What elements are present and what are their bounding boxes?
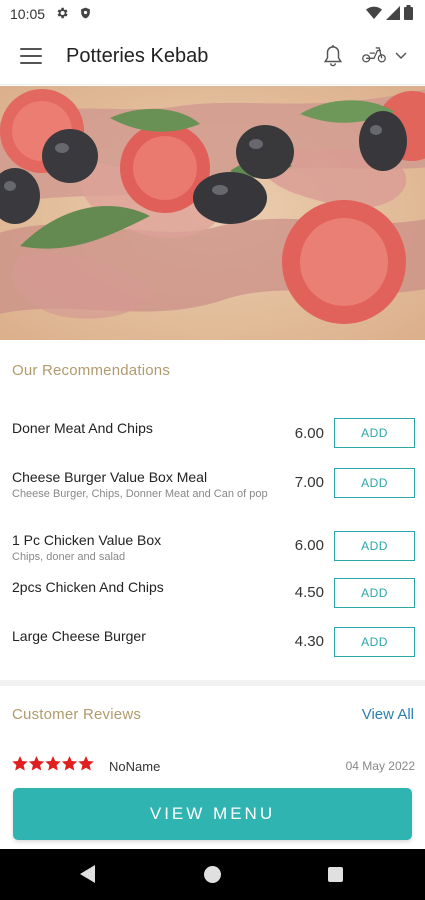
item-price: 6.00 <box>294 537 324 554</box>
item-name: Cheese Burger Value Box Meal <box>12 469 208 485</box>
add-button[interactable]: ADD <box>334 627 415 657</box>
reviews-title: Customer Reviews <box>12 706 142 723</box>
view-menu-button[interactable]: VIEW MENU <box>13 788 412 840</box>
add-button[interactable]: ADD <box>334 578 415 608</box>
item-name: Large Cheese Burger <box>12 628 146 644</box>
review-item: NoName 04 May 2022 <box>12 756 415 776</box>
menu-item: 1 Pc Chicken Value Box Chips, doner and … <box>0 530 425 566</box>
rating-stars <box>12 756 94 772</box>
pizza-image <box>0 86 425 340</box>
page-title: Potteries Kebab <box>66 44 209 67</box>
item-name: Doner Meat And Chips <box>12 420 153 436</box>
signal-icon <box>386 5 400 23</box>
star-icon <box>12 756 94 771</box>
system-nav-bar <box>0 849 425 900</box>
add-button[interactable]: ADD <box>334 418 415 448</box>
battery-icon <box>404 5 413 23</box>
recommendations-section: Our Recommendations Doner Meat And Chips… <box>0 340 425 680</box>
item-description: Cheese Burger, Chips, Donner Meat and Ca… <box>12 488 268 500</box>
wifi-icon <box>366 6 382 23</box>
item-name: 2pcs Chicken And Chips <box>12 579 164 595</box>
review-date: 04 May 2022 <box>345 759 415 773</box>
item-price: 6.00 <box>294 425 324 442</box>
item-name: 1 Pc Chicken Value Box <box>12 532 162 548</box>
item-price: 7.00 <box>294 474 324 491</box>
item-price: 4.50 <box>294 584 324 601</box>
hamburger-menu-icon[interactable] <box>18 45 44 67</box>
gear-icon <box>55 6 69 23</box>
add-button[interactable]: ADD <box>334 531 415 561</box>
bell-icon[interactable] <box>319 42 347 70</box>
status-time: 10:05 <box>10 6 46 22</box>
item-price: 4.30 <box>294 633 324 650</box>
recents-icon[interactable] <box>328 867 343 882</box>
chevron-down-icon <box>395 47 407 65</box>
menu-item: Large Cheese Burger 4.30 ADD <box>0 626 425 658</box>
back-icon[interactable] <box>80 865 96 888</box>
status-bar: 10:05 <box>0 0 425 28</box>
menu-item: Doner Meat And Chips 6.00 ADD <box>0 418 425 458</box>
reviewer-name: NoName <box>109 759 161 774</box>
scooter-icon <box>361 44 387 69</box>
menu-item: Cheese Burger Value Box Meal Cheese Burg… <box>0 467 425 517</box>
section-divider <box>0 680 425 686</box>
add-button[interactable]: ADD <box>334 468 415 498</box>
app-bar: Potteries Kebab <box>0 28 425 85</box>
shield-icon <box>79 6 92 23</box>
view-all-link[interactable]: View All <box>362 706 414 723</box>
item-description: Chips, doner and salad <box>12 551 126 563</box>
menu-item: 2pcs Chicken And Chips 4.50 ADD <box>0 577 425 609</box>
home-icon[interactable] <box>204 866 221 883</box>
recommendations-title: Our Recommendations <box>12 362 171 379</box>
delivery-mode-selector[interactable] <box>361 44 407 69</box>
